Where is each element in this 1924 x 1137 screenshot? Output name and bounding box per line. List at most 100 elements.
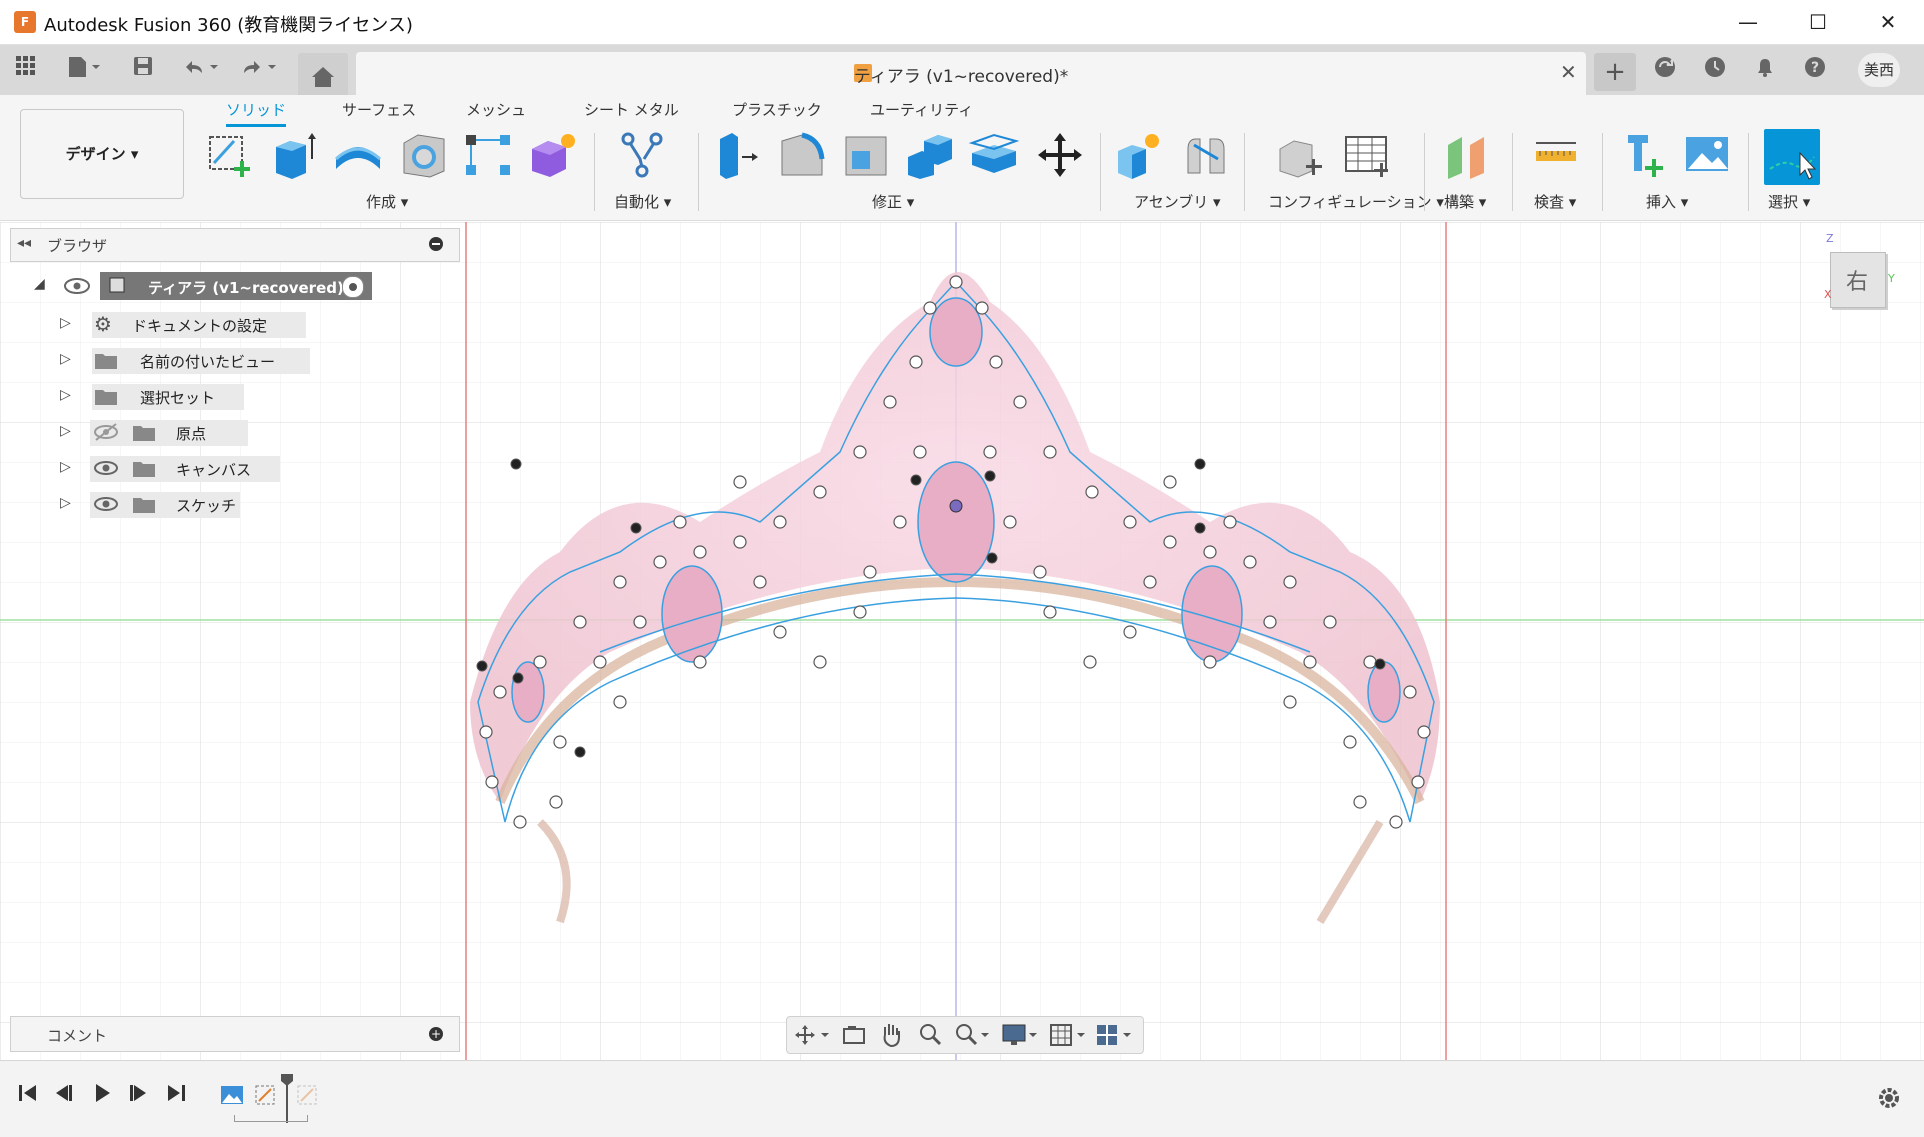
browser-item[interactable]: ▷ スケッチ	[60, 490, 360, 518]
workspace-switcher[interactable]: デザイン ▾	[20, 109, 184, 199]
look-at-icon[interactable]	[841, 1023, 867, 1047]
undo-icon[interactable]	[178, 55, 222, 85]
new-component-icon[interactable]	[1114, 129, 1166, 181]
insert-canvas-icon[interactable]	[1682, 129, 1734, 181]
browser-item[interactable]: ▷ 名前の付いたビュー	[60, 346, 360, 374]
zoom-icon[interactable]	[917, 1021, 943, 1049]
view-cube[interactable]: 右 Z Y X	[1824, 232, 1895, 312]
timeline-settings-gear-icon[interactable]	[1876, 1085, 1902, 1111]
maximize-button[interactable]: ☐	[1796, 6, 1840, 38]
timeline-canvas-feature-icon[interactable]	[220, 1083, 244, 1107]
expand-triangle-icon[interactable]: ▷	[60, 315, 71, 331]
offset-faces-icon[interactable]	[968, 129, 1020, 181]
collapse-panel-icon[interactable]: ◂◂	[17, 235, 31, 251]
save-icon[interactable]	[128, 55, 158, 85]
go-to-start-icon[interactable]	[16, 1081, 40, 1111]
home-icon[interactable]	[298, 53, 348, 95]
expand-triangle-icon[interactable]: ▷	[60, 495, 71, 511]
select-tool-button[interactable]	[1764, 129, 1820, 185]
expand-triangle-icon[interactable]: ▷	[60, 459, 71, 475]
press-pull-icon[interactable]	[712, 129, 764, 181]
visibility-hidden-icon[interactable]	[92, 421, 120, 443]
user-avatar[interactable]: 美西	[1858, 53, 1900, 87]
sync-icon[interactable]	[1650, 55, 1680, 85]
redo-icon[interactable]	[236, 55, 280, 85]
notification-bell-icon[interactable]	[1750, 55, 1780, 85]
timeline-sketch-feature-icon[interactable]	[296, 1083, 320, 1107]
insert-mcmaster-icon[interactable]	[1618, 129, 1670, 181]
pan-hand-icon[interactable]	[879, 1021, 905, 1049]
grid-snaps-icon[interactable]	[1049, 1021, 1089, 1049]
group-insert[interactable]: 挿入 ▾	[1646, 191, 1688, 212]
visibility-eye-icon[interactable]	[92, 457, 120, 479]
extrude-icon[interactable]	[268, 129, 320, 181]
fillet-icon[interactable]	[776, 129, 828, 181]
help-icon[interactable]: ?	[1800, 55, 1830, 85]
group-automate[interactable]: 自動化 ▾	[614, 191, 671, 212]
automate-icon[interactable]	[616, 129, 668, 181]
joint-icon[interactable]	[1180, 129, 1232, 181]
sketch-origin-point[interactable]	[949, 499, 963, 513]
measure-icon[interactable]	[1530, 129, 1582, 181]
offset-plane-icon[interactable]	[1442, 129, 1494, 181]
add-comment-icon[interactable]: +	[429, 1027, 443, 1041]
tab-solid[interactable]: ソリッド	[226, 99, 287, 127]
tab-mesh[interactable]: メッシュ	[466, 99, 526, 120]
rectangular-pattern-icon[interactable]	[462, 129, 514, 181]
minimize-panel-icon[interactable]	[429, 237, 443, 251]
minimize-button[interactable]: —	[1726, 6, 1770, 38]
play-icon[interactable]	[90, 1081, 114, 1111]
step-forward-icon[interactable]	[126, 1081, 150, 1111]
browser-item[interactable]: ▷ 原点	[60, 418, 360, 446]
new-tab-button[interactable]: +	[1594, 53, 1636, 91]
timeline-sketch-feature-icon[interactable]	[254, 1083, 278, 1107]
browser-item[interactable]: ▷ キャンバス	[60, 454, 360, 482]
expand-triangle-icon[interactable]: ▷	[60, 351, 71, 367]
orbit-icon[interactable]	[793, 1023, 833, 1047]
display-settings-icon[interactable]	[1001, 1021, 1041, 1049]
browser-item[interactable]: ▷ 選択セット	[60, 382, 360, 410]
group-assemble[interactable]: アセンブリ ▾	[1134, 191, 1221, 212]
expand-triangle-icon[interactable]: ▷	[60, 387, 71, 403]
group-separator	[1100, 133, 1101, 211]
browser-item[interactable]: ▷ ⚙ ドキュメントの設定	[60, 310, 360, 338]
tab-plastic[interactable]: プラスチック	[732, 99, 822, 120]
activate-radio-icon[interactable]	[342, 276, 364, 298]
group-create[interactable]: 作成 ▾	[366, 191, 408, 212]
revolve-icon[interactable]	[332, 129, 384, 181]
app-grid-icon[interactable]	[10, 55, 42, 85]
visibility-eye-icon[interactable]	[62, 274, 92, 298]
step-back-icon[interactable]	[52, 1081, 76, 1111]
axis-x-label: X	[1824, 288, 1832, 301]
group-modify[interactable]: 修正 ▾	[872, 191, 914, 212]
file-menu-icon[interactable]	[62, 55, 106, 85]
viewports-icon[interactable]	[1095, 1021, 1135, 1049]
browser-root-row[interactable]: ◢ ティアラ (v1~recovered)	[34, 272, 414, 300]
shell-icon[interactable]	[398, 129, 450, 181]
move-copy-icon[interactable]	[1034, 129, 1086, 181]
expand-triangle-icon[interactable]: ▷	[60, 423, 71, 439]
group-inspect[interactable]: 検査 ▾	[1534, 191, 1576, 212]
configure-design-icon[interactable]	[1276, 129, 1328, 181]
document-tab[interactable]: ティアラ (v1~recovered)* ✕	[356, 52, 1586, 95]
create-sketch-icon[interactable]	[204, 129, 256, 181]
go-to-end-icon[interactable]	[164, 1081, 188, 1111]
tab-surface[interactable]: サーフェス	[342, 99, 416, 120]
chamfer-icon[interactable]	[840, 129, 892, 181]
browser-item-label: スケッチ	[176, 497, 237, 515]
combine-icon[interactable]	[904, 129, 956, 181]
group-construct[interactable]: 構築 ▾	[1444, 191, 1486, 212]
expand-triangle-icon[interactable]: ◢	[34, 276, 45, 292]
group-configure[interactable]: コンフィギュレーション ▾	[1268, 191, 1444, 212]
close-button[interactable]: ✕	[1866, 6, 1910, 38]
tab-utility[interactable]: ユーティリティ	[870, 99, 973, 120]
comments-panel-header[interactable]: コメント +	[10, 1016, 460, 1052]
tab-sheet-metal[interactable]: シート メタル	[584, 99, 679, 120]
close-tab-button[interactable]: ✕	[1560, 60, 1577, 84]
zoom-window-icon[interactable]	[953, 1021, 993, 1049]
create-form-icon[interactable]	[526, 129, 578, 181]
visibility-eye-icon[interactable]	[92, 493, 120, 515]
group-select[interactable]: 選択 ▾	[1768, 191, 1810, 212]
job-status-icon[interactable]	[1700, 55, 1730, 85]
configuration-table-icon[interactable]	[1342, 129, 1394, 181]
